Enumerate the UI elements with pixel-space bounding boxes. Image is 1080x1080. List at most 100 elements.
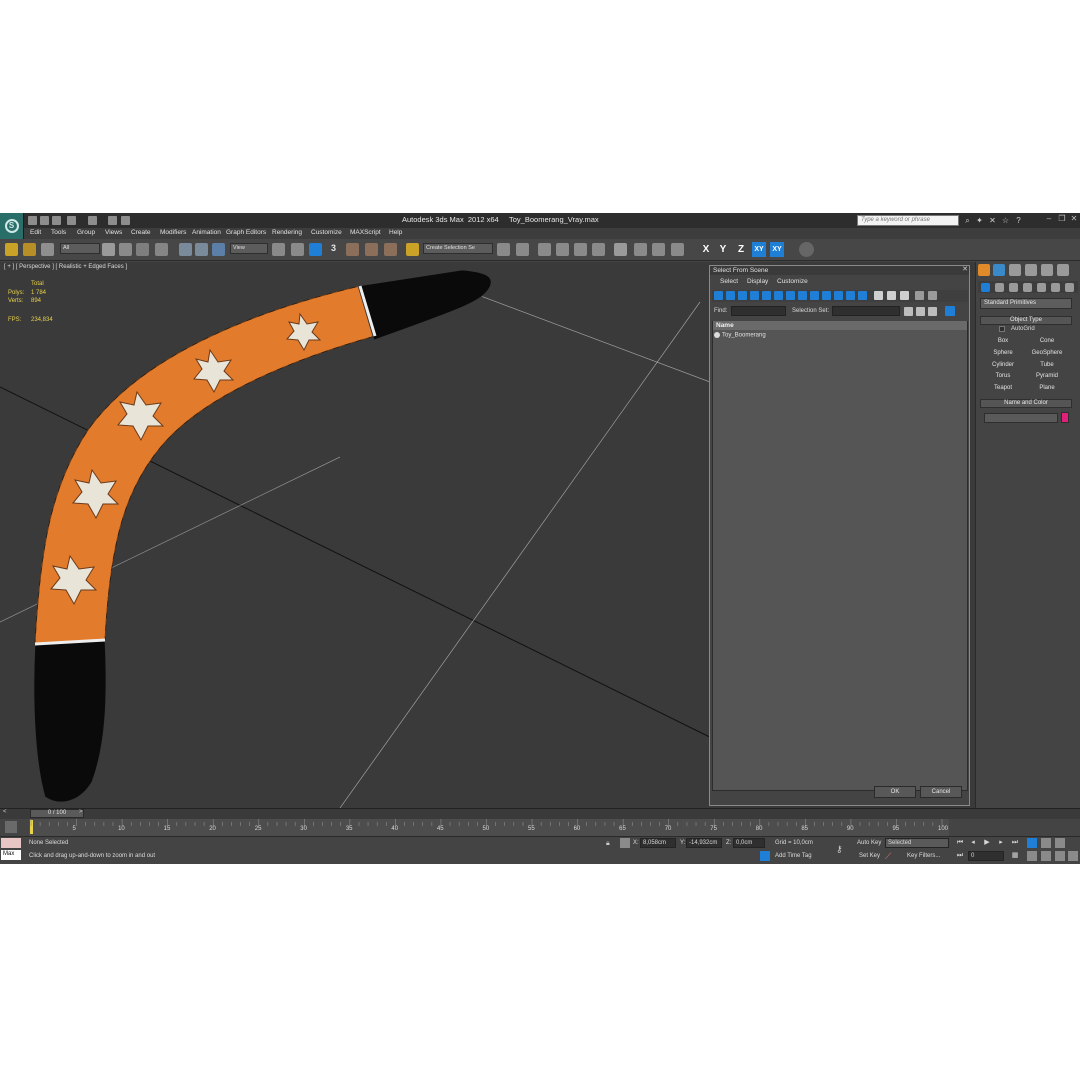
pan-view-icon[interactable] (1041, 851, 1051, 861)
time-configuration-icon[interactable]: ▦ (1010, 851, 1020, 861)
lights-category-icon[interactable] (1009, 283, 1018, 292)
layer-manager-icon[interactable] (538, 243, 551, 256)
display-all-icon[interactable] (874, 291, 883, 300)
menu-help[interactable]: Help (389, 229, 402, 236)
boomerang-model[interactable] (33, 269, 492, 803)
named-selection-set-dropdown[interactable]: Create Selection Se (423, 243, 493, 254)
maximize-viewport-icon[interactable] (1068, 851, 1078, 861)
systems-category-icon[interactable] (1065, 283, 1074, 292)
binoculars-icon[interactable]: ⌕ (963, 216, 972, 225)
time-slider-thumb[interactable]: 0 / 100 (30, 809, 84, 818)
x-coord-field[interactable]: 8,058cm (640, 838, 676, 848)
pivot-center-icon[interactable] (272, 243, 285, 256)
filter-hidden-icon[interactable] (846, 291, 855, 300)
key-mode-toggle-icon[interactable]: ⏭ (955, 851, 965, 861)
motion-tab-icon[interactable] (1025, 264, 1037, 276)
filter-funnel-icon[interactable] (915, 291, 924, 300)
minimize-icon[interactable]: – (1045, 214, 1053, 224)
link-icon[interactable] (5, 243, 18, 256)
reference-coordinate-dropdown[interactable]: View (230, 243, 268, 254)
go-to-start-icon[interactable]: ⏮ (955, 838, 965, 848)
curve-editor-icon[interactable] (574, 243, 587, 256)
set-key-button[interactable]: Set Key (859, 853, 880, 859)
utilities-tab-icon[interactable] (1057, 264, 1069, 276)
project-folder-icon[interactable] (108, 216, 117, 225)
play-icon[interactable]: ▶ (982, 838, 992, 848)
auto-key-button[interactable]: Auto Key (857, 840, 881, 846)
select-scale-icon[interactable] (212, 243, 225, 256)
select-by-name-icon[interactable] (119, 243, 132, 256)
set-key-mode-icon[interactable]: ⚷ (836, 844, 850, 854)
cylinder-button[interactable]: Cylinder (984, 360, 1022, 370)
filter-cameras-icon[interactable] (750, 291, 759, 300)
zoom-icon[interactable] (1027, 838, 1037, 848)
geometry-category-icon[interactable] (981, 283, 990, 292)
star-icon[interactable]: ☆ (1001, 216, 1010, 225)
maxscript-listener-icon[interactable] (1, 838, 21, 848)
plane-button[interactable]: Plane (1028, 383, 1066, 393)
render-setup-icon[interactable] (634, 243, 647, 256)
open-file-icon[interactable] (40, 216, 49, 225)
cameras-category-icon[interactable] (1023, 283, 1032, 292)
menu-maxscript[interactable]: MAXScript (350, 229, 381, 236)
render-production-icon[interactable] (671, 243, 684, 256)
rendered-frame-window-icon[interactable] (652, 243, 665, 256)
set-key-icon[interactable]: ⟋ (885, 851, 895, 861)
select-manipulate-icon[interactable] (291, 243, 304, 256)
dialog-close-icon[interactable]: ✕ (961, 266, 969, 274)
align-icon[interactable] (516, 243, 529, 256)
filter-groups-icon[interactable] (786, 291, 795, 300)
schematic-view-icon[interactable] (592, 243, 605, 256)
object-color-swatch[interactable] (1061, 412, 1069, 423)
menu-customize[interactable]: Customize (311, 229, 342, 236)
axis-z-button[interactable]: Z (734, 242, 748, 257)
name-and-color-rollout[interactable]: Name and Color (980, 399, 1072, 408)
select-all-icon[interactable] (904, 307, 913, 316)
quick-access-dropdown-icon[interactable] (121, 216, 130, 225)
modify-tab-icon[interactable] (993, 264, 1005, 276)
axis-y-button[interactable]: Y (716, 242, 730, 257)
window-crossing-icon[interactable] (155, 243, 168, 256)
scene-object-list[interactable] (712, 321, 968, 791)
display-tab-icon[interactable] (1041, 264, 1053, 276)
close-icon[interactable]: ✕ (1070, 214, 1078, 224)
edit-named-selection-icon[interactable] (406, 243, 419, 256)
select-object-icon[interactable] (102, 243, 115, 256)
filter-all-icon[interactable] (858, 291, 867, 300)
key-icon[interactable]: ✦ (975, 216, 984, 225)
go-to-end-icon[interactable]: ⏭ (1010, 838, 1020, 848)
mini-curve-editor-icon[interactable] (5, 821, 17, 833)
z-coord-field[interactable]: 0,0cm (733, 838, 765, 848)
display-invert-icon[interactable] (900, 291, 909, 300)
geosphere-button[interactable]: GeoSphere (1028, 348, 1066, 358)
graphite-tools-icon[interactable] (556, 243, 569, 256)
filter-spacewarps-icon[interactable] (774, 291, 783, 300)
help-search-input[interactable]: Type a keyword or phrase (857, 215, 959, 226)
selection-set-dropdown[interactable] (832, 306, 900, 316)
select-none-icon[interactable] (916, 307, 925, 316)
menu-graph-editors[interactable]: Graph Editors (226, 229, 266, 236)
object-type-rollout[interactable]: Object Type (980, 316, 1072, 325)
cancel-button[interactable]: Cancel (920, 786, 962, 798)
filter-frozen-icon[interactable] (834, 291, 843, 300)
filter-containers-icon[interactable] (822, 291, 831, 300)
time-slider[interactable] (0, 808, 1080, 819)
mirror-icon[interactable] (497, 243, 510, 256)
redo-icon[interactable] (88, 216, 97, 225)
vray-icon[interactable] (799, 242, 814, 257)
menu-tools[interactable]: Tools (51, 229, 66, 236)
spacewarps-category-icon[interactable] (1051, 283, 1060, 292)
snap-toggle-icon[interactable]: 3 (331, 243, 336, 253)
find-input[interactable] (731, 306, 786, 316)
axis-xy-button[interactable]: XY (752, 242, 766, 257)
bind-space-warp-icon[interactable] (41, 243, 54, 256)
menu-rendering[interactable]: Rendering (272, 229, 302, 236)
autogrid-checkbox[interactable] (999, 326, 1005, 332)
tube-button[interactable]: Tube (1028, 360, 1066, 370)
time-slider-prev-icon[interactable]: < (3, 809, 7, 815)
display-none-icon[interactable] (887, 291, 896, 300)
key-filters-button[interactable]: Key Filters... (907, 853, 940, 859)
lock-selection-icon[interactable]: 🔒︎ (606, 839, 614, 848)
filter-bones-icon[interactable] (810, 291, 819, 300)
ok-button[interactable]: OK (874, 786, 916, 798)
